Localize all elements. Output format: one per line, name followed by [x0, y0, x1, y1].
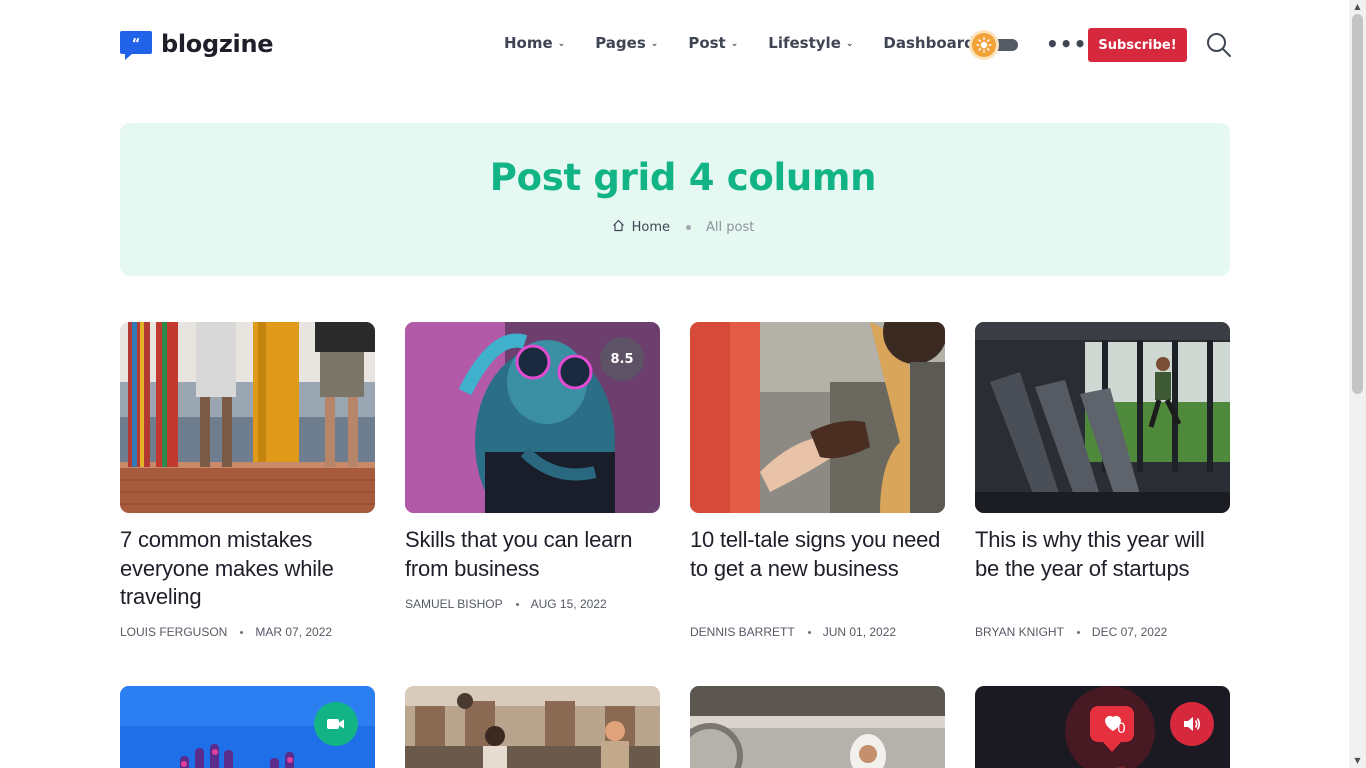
- nav-item-home[interactable]: Home ⌄: [504, 34, 565, 52]
- quote-bubble-icon: “: [120, 28, 152, 60]
- more-options-icon[interactable]: •••: [1046, 34, 1087, 54]
- page-title: Post grid 4 column: [489, 156, 877, 199]
- chevron-down-icon: ⌄: [557, 39, 566, 49]
- post-date: JUN 01, 2022: [822, 625, 897, 639]
- meta-separator: [807, 630, 811, 634]
- svg-text:“: “: [132, 37, 141, 52]
- post-meta: LOUIS FERGUSON MAR 07, 2022: [120, 625, 332, 639]
- main-nav: Home ⌄ Pages ⌄ Post ⌄ Lifestyle ⌄ Dashboard: [504, 34, 1005, 52]
- post-author[interactable]: SAMUEL BISHOP: [405, 597, 503, 611]
- nav-label: Dashboard: [883, 34, 975, 52]
- breadcrumb-separator: [686, 225, 692, 230]
- nav-item-dashboard[interactable]: Dashboard: [883, 34, 974, 52]
- post-author[interactable]: BRYAN KNIGHT: [975, 625, 1064, 639]
- scroll-up-icon[interactable]: ▲: [1349, 0, 1366, 14]
- post-image[interactable]: [690, 686, 945, 768]
- post-image[interactable]: [120, 322, 375, 513]
- post-title[interactable]: This is why this year will be the year o…: [975, 526, 1230, 583]
- nav-label: Home: [504, 34, 553, 52]
- brand-name: blogzine: [161, 30, 274, 58]
- meta-separator: [515, 602, 519, 606]
- breadcrumb-current: All post: [706, 220, 755, 235]
- post-date: AUG 15, 2022: [530, 597, 607, 611]
- nav-item-lifestyle[interactable]: Lifestyle ⌄: [768, 34, 853, 52]
- home-icon: [612, 219, 625, 236]
- subscribe-button[interactable]: Subscribe!: [1088, 28, 1187, 62]
- post-title[interactable]: 7 common mistakes everyone makes while t…: [120, 526, 375, 612]
- rating-badge: 8.5: [600, 337, 644, 381]
- post-image[interactable]: [405, 686, 660, 768]
- post-image[interactable]: [975, 322, 1230, 513]
- video-icon[interactable]: [314, 702, 358, 746]
- sun-icon: [972, 33, 996, 57]
- post-date: DEC 07, 2022: [1091, 625, 1168, 639]
- meta-separator: [1076, 630, 1080, 634]
- post-meta: DENNIS BARRETT JUN 01, 2022: [690, 625, 896, 639]
- page-scrollbar[interactable]: ▲ ▼: [1349, 0, 1366, 768]
- chevron-down-icon: ⌄: [650, 39, 659, 49]
- nav-item-post[interactable]: Post ⌄: [688, 34, 738, 52]
- theme-toggle[interactable]: [972, 32, 1018, 58]
- nav-item-pages[interactable]: Pages ⌄: [595, 34, 658, 52]
- page-banner: [120, 123, 1230, 276]
- meta-separator: [240, 630, 244, 634]
- nav-label: Pages: [595, 34, 646, 52]
- post-meta: SAMUEL BISHOP AUG 15, 2022: [405, 597, 607, 611]
- search-icon[interactable]: [1206, 32, 1232, 58]
- breadcrumb: Home All post: [0, 219, 1366, 236]
- post-title[interactable]: Skills that you can learn from business: [405, 526, 660, 583]
- post-title[interactable]: 10 tell-tale signs you need to get a new…: [690, 526, 945, 583]
- post-meta: BRYAN KNIGHT DEC 07, 2022: [975, 625, 1167, 639]
- chevron-down-icon: ⌄: [730, 39, 739, 49]
- chevron-down-icon: ⌄: [845, 39, 854, 49]
- scrollbar-thumb[interactable]: [1352, 14, 1363, 394]
- brand-logo[interactable]: “ blogzine: [120, 28, 274, 60]
- post-author[interactable]: LOUIS FERGUSON: [120, 625, 227, 639]
- nav-label: Post: [688, 34, 726, 52]
- nav-label: Lifestyle: [768, 34, 841, 52]
- site-header: “ blogzine Home ⌄ Pages ⌄ Post ⌄ Lifestyle ⌄…: [0, 0, 1349, 90]
- svg-text:0: 0: [1117, 721, 1126, 737]
- scroll-down-icon[interactable]: ▼: [1349, 754, 1366, 768]
- audio-icon[interactable]: [1170, 702, 1214, 746]
- post-date: MAR 07, 2022: [255, 625, 333, 639]
- post-author[interactable]: DENNIS BARRETT: [690, 625, 795, 639]
- post-image[interactable]: [690, 322, 945, 513]
- breadcrumb-home-link[interactable]: Home: [632, 220, 670, 235]
